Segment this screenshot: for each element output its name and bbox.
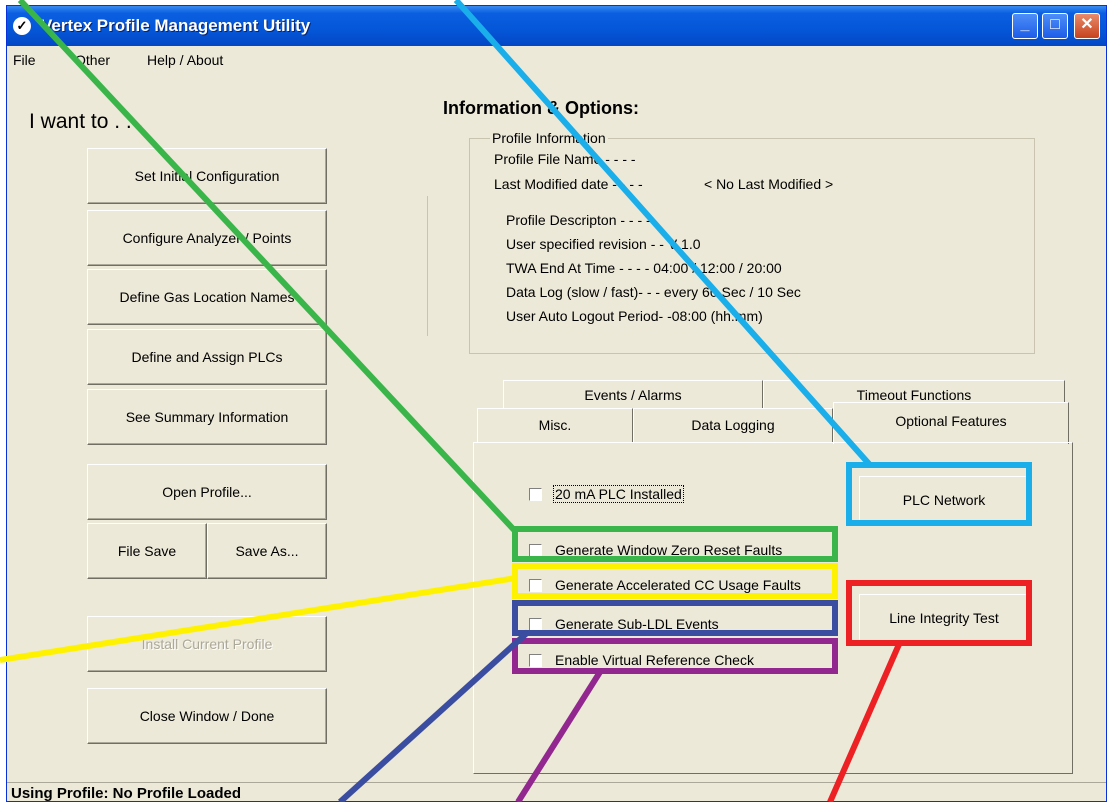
- status-text: Using Profile: No Profile Loaded: [11, 785, 242, 802]
- data-log-rate: Data Log (slow / fast)- - - every 60 Sec…: [506, 284, 801, 300]
- file-save-button[interactable]: File Save: [87, 523, 207, 579]
- highlight-box-navy: [512, 600, 838, 636]
- open-profile-button[interactable]: Open Profile...: [87, 464, 327, 520]
- profile-info-legend: Profile Information: [490, 130, 608, 146]
- app-window: ✓ Vertex Profile Management Utility _ □ …: [6, 5, 1107, 802]
- last-modified-label: Last Modified date - - - -: [494, 176, 643, 192]
- auto-logout-period: User Auto Logout Period- -08:00 (hh:mm): [506, 308, 763, 324]
- menu-help[interactable]: Help / About: [147, 52, 223, 68]
- plc-20ma-checkbox[interactable]: [529, 488, 542, 501]
- see-summary-button[interactable]: See Summary Information: [87, 389, 327, 445]
- menu-other[interactable]: Other: [75, 52, 110, 68]
- menu-bar: File Other Help / About: [7, 46, 1106, 74]
- close-window-button[interactable]: Close Window / Done: [87, 688, 327, 744]
- profile-file-name: Profile File Name - - - -: [494, 151, 636, 167]
- tab-events-alarms[interactable]: Events / Alarms: [503, 380, 763, 408]
- tab-data-logging[interactable]: Data Logging: [633, 408, 833, 442]
- install-profile-button[interactable]: Install Current Profile: [87, 616, 327, 672]
- set-initial-config-button[interactable]: Set Initial Configuration: [87, 148, 327, 204]
- user-revision: User specified revision - - V 1.0: [506, 236, 701, 252]
- tab-misc[interactable]: Misc.: [477, 408, 633, 442]
- close-icon[interactable]: ✕: [1074, 13, 1100, 39]
- define-gas-location-button[interactable]: Define Gas Location Names: [87, 269, 327, 325]
- plc-20ma-label[interactable]: 20 mA PLC Installed: [553, 485, 684, 503]
- title-bar[interactable]: ✓ Vertex Profile Management Utility _ □ …: [7, 6, 1106, 46]
- highlight-box-cyan: [846, 462, 1032, 526]
- app-icon: ✓: [13, 17, 31, 35]
- divider: [427, 196, 428, 336]
- profile-info-group: Profile Information Profile File Name - …: [469, 130, 1035, 354]
- left-heading: I want to . . .: [29, 110, 144, 133]
- highlight-box-yellow: [512, 563, 838, 599]
- highlight-box-purple: [512, 638, 838, 674]
- minimize-icon[interactable]: _: [1012, 13, 1038, 39]
- twa-end-time: TWA End At Time - - - - 04:00 / 12:00 / …: [506, 260, 782, 276]
- last-modified-value: < No Last Modified >: [704, 176, 834, 192]
- save-as-button[interactable]: Save As...: [207, 523, 327, 579]
- maximize-icon[interactable]: □: [1042, 13, 1068, 39]
- profile-description: Profile Descripton - - - -: [506, 212, 651, 228]
- window-title: Vertex Profile Management Utility: [41, 16, 311, 35]
- status-bar: Using Profile: No Profile Loaded: [7, 782, 1106, 804]
- info-title: Information & Options:: [443, 98, 639, 118]
- configure-analyzer-button[interactable]: Configure Analyzer / Points: [87, 210, 327, 266]
- highlight-box-red: [846, 580, 1032, 646]
- highlight-box-green: [512, 526, 838, 562]
- menu-file[interactable]: File: [13, 52, 36, 68]
- define-assign-plc-button[interactable]: Define and Assign PLCs: [87, 329, 327, 385]
- tab-optional-features[interactable]: Optional Features: [833, 402, 1069, 444]
